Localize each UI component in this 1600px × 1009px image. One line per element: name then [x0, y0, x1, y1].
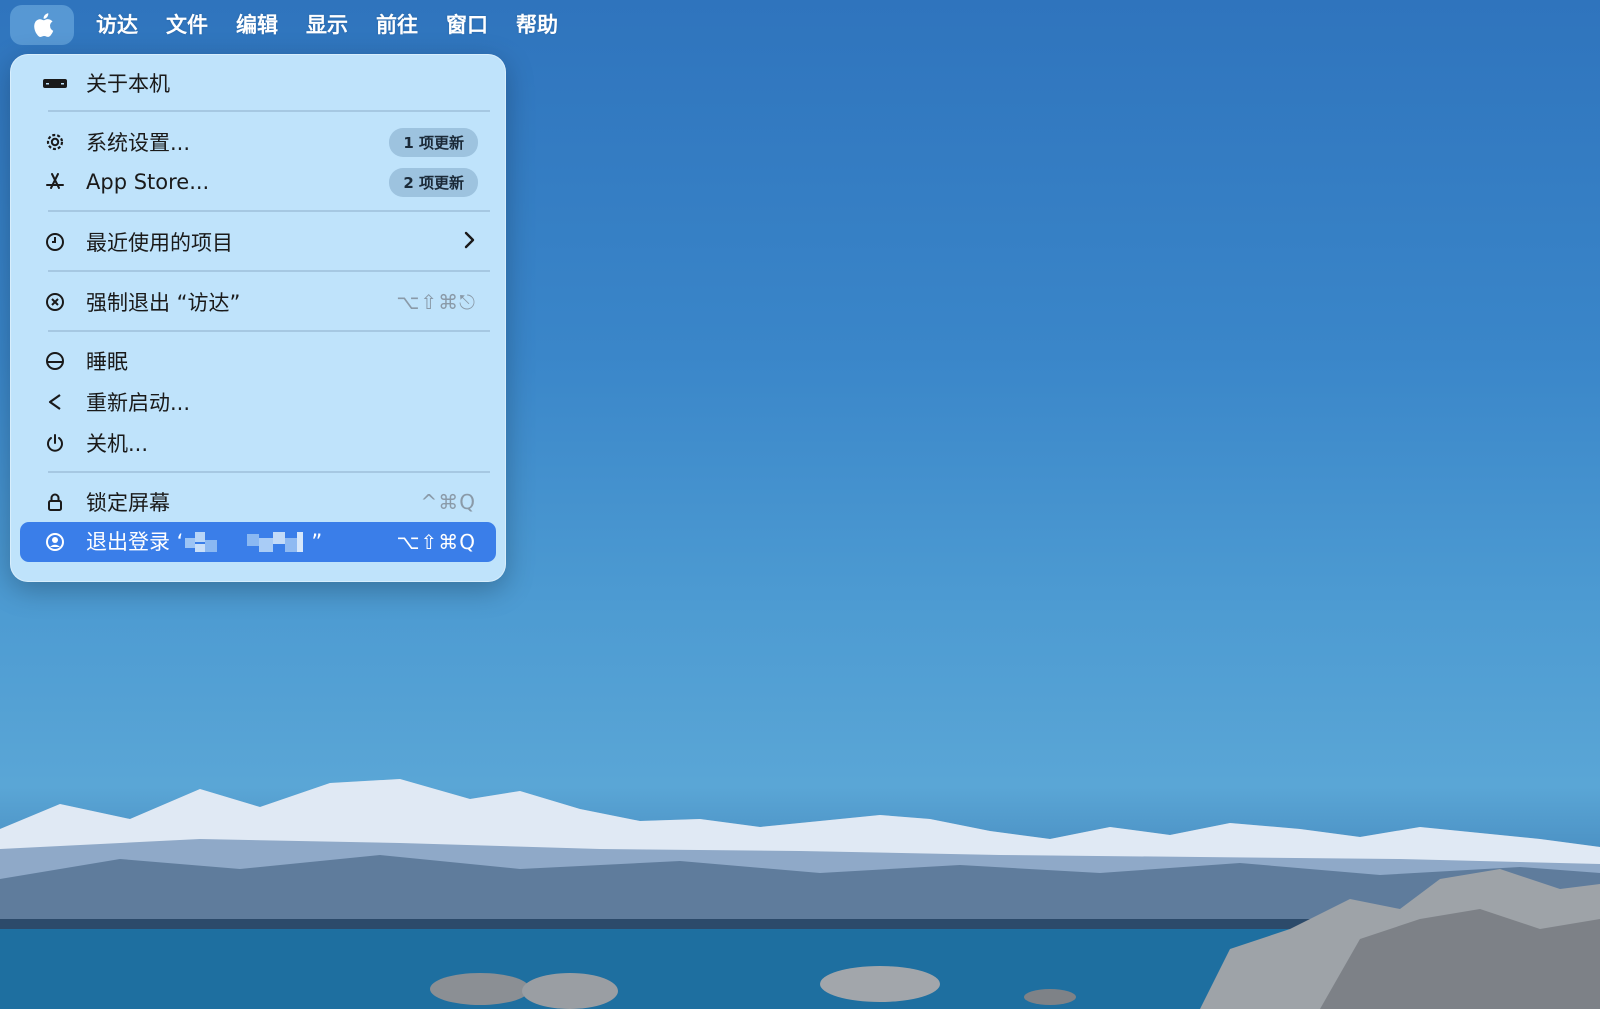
menubar-file[interactable]: 文件 [154, 7, 220, 43]
menu-item-about[interactable]: 关于本机 [20, 63, 496, 103]
menubar-go[interactable]: 前往 [364, 7, 430, 43]
menu-item-force-quit[interactable]: 强制退出 “访达” ⌥⇧⌘⎋ [20, 282, 496, 322]
menu-bar: 访达 文件 编辑 显示 前往 窗口 帮助 [0, 0, 1600, 50]
force-quit-label: 强制退出 “访达” [86, 291, 241, 315]
menubar-window[interactable]: 窗口 [434, 7, 500, 43]
apple-logo-icon [34, 13, 54, 38]
menubar-help[interactable]: 帮助 [504, 7, 570, 43]
mac-mini-icon [42, 70, 68, 96]
gear-icon [42, 129, 68, 155]
chevron-right-icon [462, 230, 476, 254]
redacted-username [185, 532, 304, 552]
menu-separator [48, 471, 490, 473]
wallpaper-scenery [0, 779, 1600, 1009]
menu-separator [48, 330, 490, 332]
recent-items-label: 最近使用的项目 [86, 231, 233, 255]
update-badge: 1 项更新 [389, 127, 478, 157]
menubar-view[interactable]: 显示 [294, 7, 360, 43]
app-store-icon [42, 169, 68, 195]
log-out-shortcut: ⌥⇧⌘Q [396, 530, 476, 554]
system-settings-label: 系统设置... [86, 131, 191, 155]
log-out-label: 退出登录 ‘ ” [86, 526, 396, 558]
update-badge: 2 项更新 [389, 167, 478, 197]
clock-icon [42, 229, 68, 255]
menu-item-shutdown[interactable]: 关机... [20, 423, 496, 463]
apple-menu-button[interactable] [10, 5, 74, 45]
menu-separator [48, 210, 490, 212]
menu-item-sleep[interactable]: 睡眠 [20, 341, 496, 381]
lock-icon [42, 489, 68, 515]
shutdown-label: 关机... [86, 432, 149, 456]
restart-icon [42, 389, 68, 415]
menu-item-system-settings[interactable]: 系统设置... 1 项更新 [20, 122, 496, 162]
restart-label: 重新启动... [86, 391, 191, 415]
user-circle-icon [42, 529, 68, 555]
menubar-edit[interactable]: 编辑 [224, 7, 290, 43]
menu-separator [48, 110, 490, 112]
menu-item-log-out[interactable]: 退出登录 ‘ ” ⌥⇧⌘Q [20, 522, 496, 562]
sleep-label: 睡眠 [86, 350, 128, 374]
lock-screen-label: 锁定屏幕 [86, 491, 170, 515]
menu-item-recent-items[interactable]: 最近使用的项目 [20, 222, 496, 262]
menubar-finder[interactable]: 访达 [84, 7, 150, 43]
apple-menu-dropdown: 关于本机 系统设置... 1 项更新 App Store... 2 项更新 最近… [10, 54, 506, 582]
lock-screen-shortcut: ^⌘Q [420, 490, 476, 514]
about-label: 关于本机 [86, 72, 170, 96]
menu-item-lock-screen[interactable]: 锁定屏幕 ^⌘Q [20, 482, 496, 522]
power-icon [42, 430, 68, 456]
menu-item-app-store[interactable]: App Store... 2 项更新 [20, 162, 496, 202]
log-out-suffix: ” [311, 530, 323, 554]
menu-separator [48, 270, 490, 272]
app-store-label: App Store... [86, 170, 210, 194]
menu-item-restart[interactable]: 重新启动... [20, 382, 496, 422]
force-quit-icon [42, 289, 68, 315]
log-out-prefix: 退出登录 ‘ [86, 530, 184, 554]
force-quit-shortcut: ⌥⇧⌘⎋ [396, 290, 476, 314]
sleep-icon [42, 348, 68, 374]
